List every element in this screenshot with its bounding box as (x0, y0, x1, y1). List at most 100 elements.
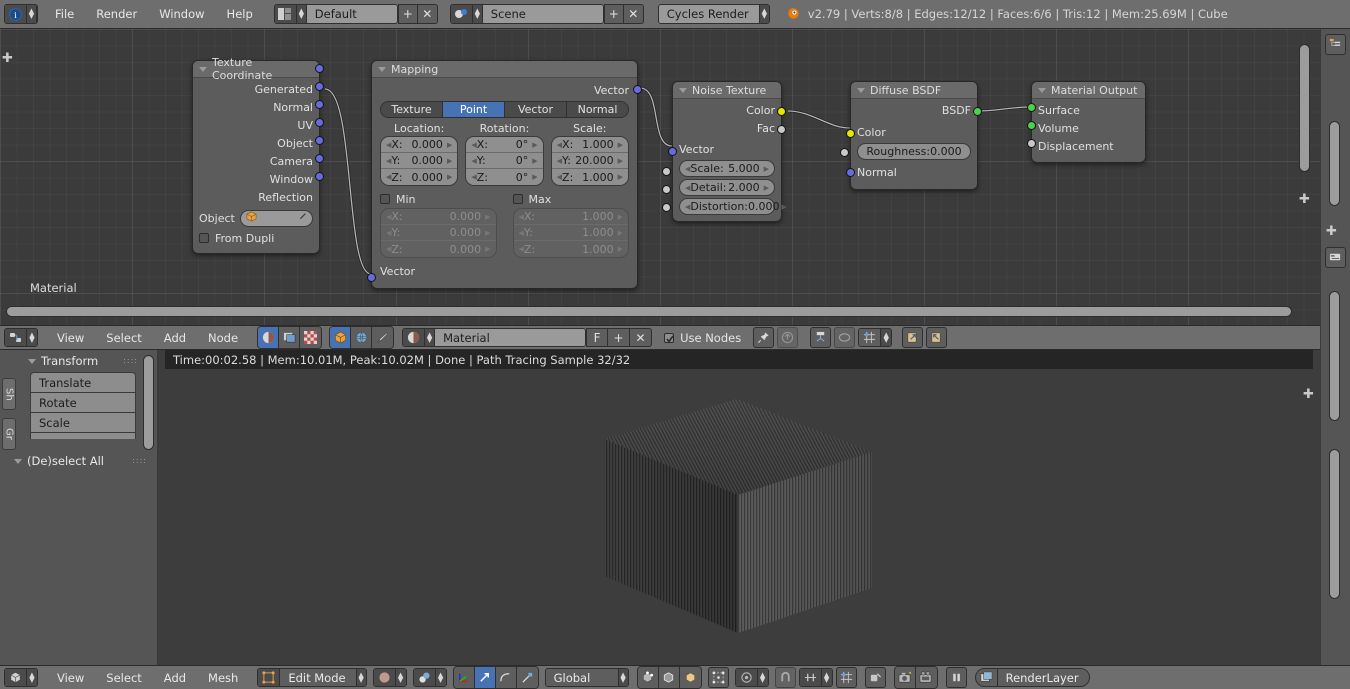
paste-icon[interactable] (926, 327, 948, 348)
snap-increment-icon[interactable] (835, 667, 857, 688)
from-dupli-checkbox[interactable] (199, 233, 209, 243)
manipulator-scale-icon[interactable] (516, 667, 538, 688)
edge-select-icon[interactable] (658, 667, 680, 688)
pivot-arrows[interactable]: ▲ ▼ (435, 669, 446, 686)
manipulator-group[interactable] (452, 666, 539, 689)
interaction-mode-selector[interactable]: Edit Mode ▲ ▼ (257, 668, 367, 687)
editor-type-arrows[interactable]: ▲ ▼ (27, 329, 37, 346)
render-engine-name[interactable]: Cycles Render (658, 5, 759, 23)
socket-vector-out[interactable] (633, 85, 642, 94)
proportional-edit-selector[interactable]: ▲ ▼ (734, 668, 769, 687)
tool-translate-button[interactable]: Translate (30, 372, 136, 392)
socket-distortion-in[interactable] (662, 203, 671, 212)
right-panel-scrollbar-c[interactable] (1329, 449, 1340, 599)
scale-y[interactable]: ◀ Y: 20.000 ▶ (551, 153, 628, 169)
node-menu-node[interactable]: Node (197, 328, 249, 348)
toolshelf-tab-shading[interactable]: Sh (2, 378, 16, 410)
proportional-icon[interactable] (834, 327, 856, 348)
new-material-button[interactable]: + (608, 328, 631, 347)
min-row[interactable]: Min (380, 192, 497, 206)
socket-color-in[interactable] (846, 129, 855, 138)
input-vector[interactable]: Vector (367, 262, 629, 282)
node-editor-vscrollbar[interactable] (1299, 44, 1310, 172)
output-normal[interactable]: Normal (199, 82, 324, 116)
node-header[interactable]: Texture Coordinate (193, 56, 319, 82)
panel-collapse-icon[interactable] (28, 358, 36, 364)
socket-displacement-in[interactable] (1027, 139, 1036, 148)
output-window[interactable]: Window (199, 154, 324, 188)
viewport-canvas[interactable]: z y x (1) Cube ✚ (0, 369, 1320, 665)
socket-camera[interactable] (315, 136, 324, 145)
transform-orientation-selector[interactable]: Global ▲ ▼ (544, 668, 629, 687)
from-dupli-row[interactable]: From Dupli (199, 229, 313, 247)
vp-menu-mesh[interactable]: Mesh (197, 668, 249, 688)
pivot-point-selector[interactable]: ▲ ▼ (412, 668, 447, 687)
outliner-mini-icon[interactable] (1325, 34, 1346, 55)
output-uv[interactable]: UV (199, 100, 324, 134)
right-edge-panel[interactable]: ✚ (1320, 29, 1350, 665)
scene-name[interactable]: Scene (482, 5, 603, 23)
snap-element-arrows[interactable]: ▲ ▼ (881, 329, 892, 346)
scale-z[interactable]: ◀ Z: 1.000 ▶ (551, 169, 628, 185)
proportional-arrows[interactable]: ▲ ▼ (757, 669, 768, 686)
snap-element-selector[interactable]: ▲ ▼ (858, 328, 893, 347)
collapse-triangle-icon[interactable] (1038, 87, 1046, 93)
socket-normal-in[interactable] (846, 168, 855, 177)
viewport-shading-selector[interactable]: ▲ ▼ (372, 668, 407, 687)
socket-generated[interactable] (315, 64, 324, 73)
toolshelf-scrollbar[interactable] (143, 355, 154, 450)
location-y[interactable]: ◀ Y: 0.000 ▶ (381, 153, 458, 169)
socket-detail-in[interactable] (662, 185, 671, 194)
socket-normal[interactable] (315, 82, 324, 91)
panel-grip-icon[interactable]: :::: (123, 357, 138, 365)
editor-type-selector-3dview[interactable]: ▲ ▼ (4, 668, 38, 687)
limit-selection-visible-icon[interactable] (707, 667, 729, 688)
node-menu-select[interactable]: Select (95, 328, 152, 348)
node-noise-texture[interactable]: Noise Texture Color Fac Vector ◀ Scale: 5… (662, 81, 787, 222)
max-row[interactable]: Max (512, 192, 630, 206)
socket-scale-in[interactable] (662, 167, 671, 176)
delete-screen-layout-button[interactable]: ✕ (417, 4, 438, 24)
rotation-z[interactable]: ◀ Z: 0° ▶ (466, 169, 543, 185)
input-vector[interactable]: Vector (668, 140, 775, 158)
manipulator-translate-icon[interactable] (474, 667, 496, 688)
editor-type-arrows[interactable]: ▲ ▼ (27, 669, 37, 686)
manipulator-axis-icon[interactable] (453, 667, 475, 688)
param-distortion[interactable]: ◀ Distortion: 0.000 ▶ (662, 198, 787, 215)
node-material-output[interactable]: Material Output Surface Volume Displacem… (1027, 81, 1146, 163)
snap-node-icon[interactable] (810, 327, 832, 348)
node-editor-hscrollbar[interactable] (6, 306, 1292, 317)
mapping-type-tabs[interactable]: Texture Point Vector Normal (380, 101, 629, 118)
output-color[interactable]: Color (679, 101, 786, 119)
transform-orientation-name[interactable]: Global (545, 669, 618, 686)
vertex-select-icon[interactable] (637, 667, 659, 688)
mesh-select-mode-group[interactable] (636, 666, 702, 689)
copy-icon[interactable] (902, 327, 924, 348)
shader-type-group[interactable] (257, 326, 323, 349)
object-cube-icon[interactable] (330, 327, 352, 348)
brush-icon[interactable] (372, 327, 394, 348)
socket-volume-in[interactable] (1027, 121, 1036, 130)
tab-texture[interactable]: Texture (381, 102, 443, 117)
render-engine-arrows[interactable]: ▲ ▼ (758, 5, 769, 23)
socket-vector-in[interactable] (668, 147, 677, 156)
vp-menu-view[interactable]: View (46, 668, 95, 688)
window-type-arrows[interactable]: ▲ ▼ (27, 5, 37, 23)
right-panel-scrollbar-b[interactable] (1329, 291, 1340, 421)
socket-object[interactable] (315, 118, 324, 127)
world-globe-icon[interactable] (351, 327, 373, 348)
use-nodes-checkbox[interactable] (664, 332, 675, 343)
node-editor-area[interactable]: Texture Coordinate Generated Normal UV O… (0, 29, 1350, 325)
output-bsdf[interactable]: BSDF (857, 101, 982, 119)
material-datablock-arrows[interactable]: ▲ ▼ (425, 329, 436, 346)
material-datablock-selector[interactable]: ▲ ▼ Material (402, 328, 587, 347)
tool-scale-button[interactable]: Scale (30, 412, 136, 432)
render-layer-name[interactable]: RenderLayer (997, 669, 1089, 686)
node-diffuse-bsdf[interactable]: Diffuse BSDF BSDF Color Roughness:0.000 … (840, 81, 982, 190)
transform-orientation-arrows[interactable]: ▲ ▼ (617, 669, 628, 686)
add-screen-layout-button[interactable]: + (397, 4, 418, 24)
socket-color-out[interactable] (777, 107, 786, 116)
min-checkbox[interactable] (380, 194, 390, 204)
properties-mini-icon[interactable] (1325, 247, 1346, 268)
panel-header-transform[interactable]: Transform :::: (22, 350, 144, 372)
